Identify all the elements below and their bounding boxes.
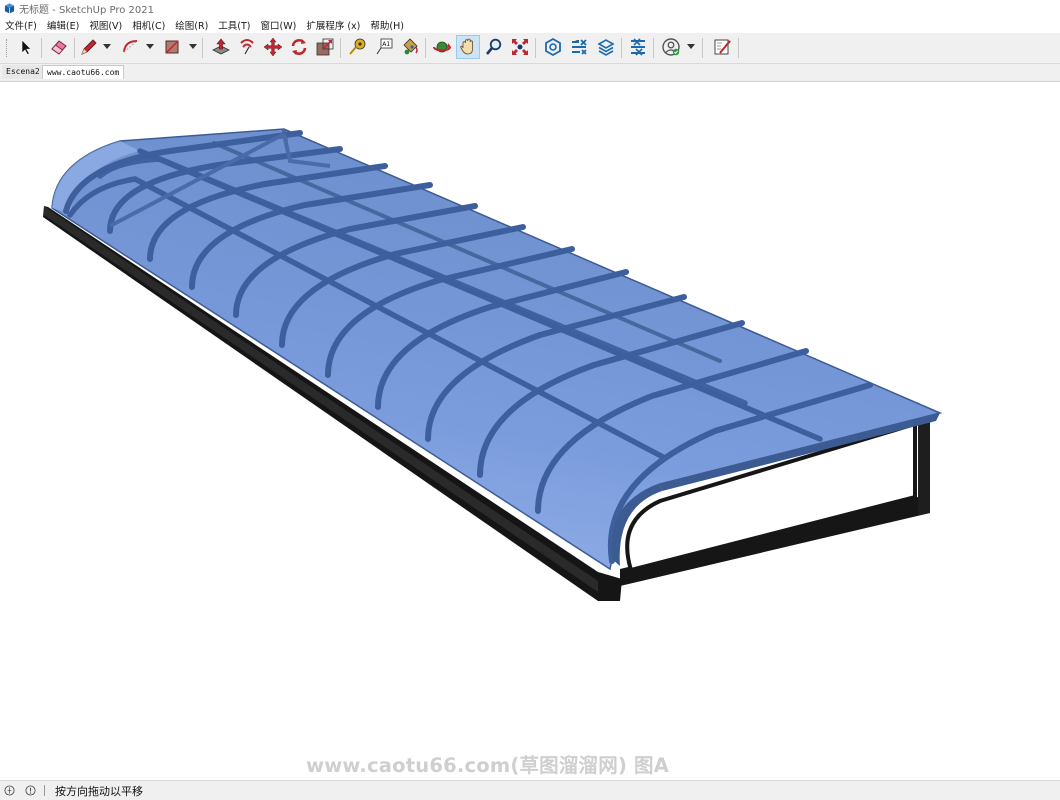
tape-measure-icon xyxy=(349,38,366,55)
toolbar-separator xyxy=(41,38,42,58)
send-to-layout-icon xyxy=(714,39,731,55)
3d-warehouse-button[interactable] xyxy=(541,35,565,59)
scene-tab-2[interactable]: www.caotu66.com xyxy=(42,65,124,79)
menu-camera[interactable]: 相机(C) xyxy=(127,18,170,32)
scene-tabs: Escena2 www.caotu66.com xyxy=(0,64,1060,80)
rectangle-tool[interactable] xyxy=(160,35,184,59)
paint-bucket-tool[interactable] xyxy=(398,35,422,59)
tape-measure-tool[interactable] xyxy=(346,35,370,59)
status-separator xyxy=(44,785,45,796)
menu-window[interactable]: 窗口(W) xyxy=(256,18,302,32)
paint-bucket-icon xyxy=(403,38,418,55)
line-tool-dropdown[interactable] xyxy=(103,44,111,49)
sketchup-window: 无标题 - SketchUp Pro 2021 文件(F) 编辑(E) 视图(V… xyxy=(0,0,1060,800)
arc-icon xyxy=(123,40,138,53)
pan-tool[interactable] xyxy=(456,35,480,59)
eraser-tool[interactable] xyxy=(47,35,71,59)
warehouse-icon xyxy=(545,37,561,57)
orbit-icon xyxy=(433,41,451,53)
account-icon xyxy=(662,38,680,56)
text-label-icon: A1 xyxy=(376,38,393,55)
watermark-text: www.caotu66.com(草图溜溜网) 图A xyxy=(306,754,670,777)
menu-bar: 文件(F) 编辑(E) 视图(V) 相机(C) 绘图(R) 工具(T) 窗口(W… xyxy=(0,17,1060,33)
extension-manager-button[interactable] xyxy=(626,35,650,59)
push-pull-tool[interactable] xyxy=(209,35,233,59)
drawing-viewport[interactable]: www.caotu66.com(草图溜溜网) 图A xyxy=(0,81,1060,780)
menu-tools[interactable]: 工具(T) xyxy=(213,18,255,32)
menu-file[interactable]: 文件(F) xyxy=(0,18,42,32)
title-bar: 无标题 - SketchUp Pro 2021 xyxy=(0,0,1060,17)
magnifier-icon xyxy=(486,38,502,55)
account-dropdown[interactable] xyxy=(687,44,695,49)
toolbar-separator xyxy=(340,38,341,58)
pencil-icon xyxy=(81,39,97,55)
toolbar-grip[interactable] xyxy=(6,39,9,57)
status-message: 按方向拖动以平移 xyxy=(55,784,143,798)
orbit-tool[interactable] xyxy=(430,35,454,59)
line-tool[interactable] xyxy=(77,35,101,59)
sketchup-logo-icon xyxy=(4,3,15,14)
scale-tool[interactable] xyxy=(313,35,337,59)
account-button[interactable] xyxy=(659,35,683,59)
zoom-extents-tool[interactable] xyxy=(508,35,532,59)
move-tool[interactable] xyxy=(261,35,285,59)
menu-view[interactable]: 视图(V) xyxy=(84,18,127,32)
menu-extensions[interactable]: 扩展程序 (x) xyxy=(301,18,365,32)
geo-location-icon[interactable] xyxy=(4,785,15,796)
extension-manager-icon xyxy=(631,38,645,56)
push-pull-icon xyxy=(212,38,230,55)
layout-button[interactable] xyxy=(594,35,618,59)
offset-tool[interactable] xyxy=(235,35,259,59)
toolbar-separator xyxy=(425,38,426,58)
offset-icon xyxy=(240,39,254,55)
arc-tool[interactable] xyxy=(119,35,143,59)
cursor-arrow-icon xyxy=(21,39,32,55)
zoom-tool[interactable] xyxy=(482,35,506,59)
rectangle-tool-dropdown[interactable] xyxy=(189,44,197,49)
menu-draw[interactable]: 绘图(R) xyxy=(170,18,213,32)
toolbar-separator xyxy=(535,38,536,58)
menu-edit[interactable]: 编辑(E) xyxy=(42,18,84,32)
extension-warehouse-icon xyxy=(572,39,587,55)
window-title: 无标题 - SketchUp Pro 2021 xyxy=(19,5,154,16)
toolbar-separator xyxy=(702,38,703,58)
canopy-model xyxy=(43,128,943,601)
move-icon xyxy=(263,37,283,57)
scale-icon xyxy=(316,38,334,56)
menu-help[interactable]: 帮助(H) xyxy=(365,18,409,32)
toolbar-separator xyxy=(621,38,622,58)
zoom-extents-icon xyxy=(512,39,528,55)
main-toolbar: A1 xyxy=(0,33,1060,64)
rotate-icon xyxy=(291,39,307,55)
extension-warehouse-button[interactable] xyxy=(567,35,591,59)
credits-icon[interactable] xyxy=(25,785,36,796)
arc-tool-dropdown[interactable] xyxy=(146,44,154,49)
send-to-layout-button[interactable] xyxy=(710,35,734,59)
scene-tab-1[interactable]: Escena2 xyxy=(2,65,42,79)
toolbar-separator xyxy=(74,38,75,58)
rotate-tool[interactable] xyxy=(287,35,311,59)
toolbar-separator xyxy=(202,38,203,58)
text-tool[interactable]: A1 xyxy=(372,35,396,59)
select-tool[interactable] xyxy=(14,35,38,59)
status-bar: 按方向拖动以平移 xyxy=(0,780,1060,800)
toolbar-separator xyxy=(738,38,739,58)
svg-text:A1: A1 xyxy=(382,41,390,48)
hand-icon xyxy=(460,38,473,55)
rectangle-icon xyxy=(165,40,179,54)
toolbar-separator xyxy=(653,38,654,58)
layout-icon xyxy=(597,39,615,56)
eraser-icon xyxy=(51,40,67,55)
